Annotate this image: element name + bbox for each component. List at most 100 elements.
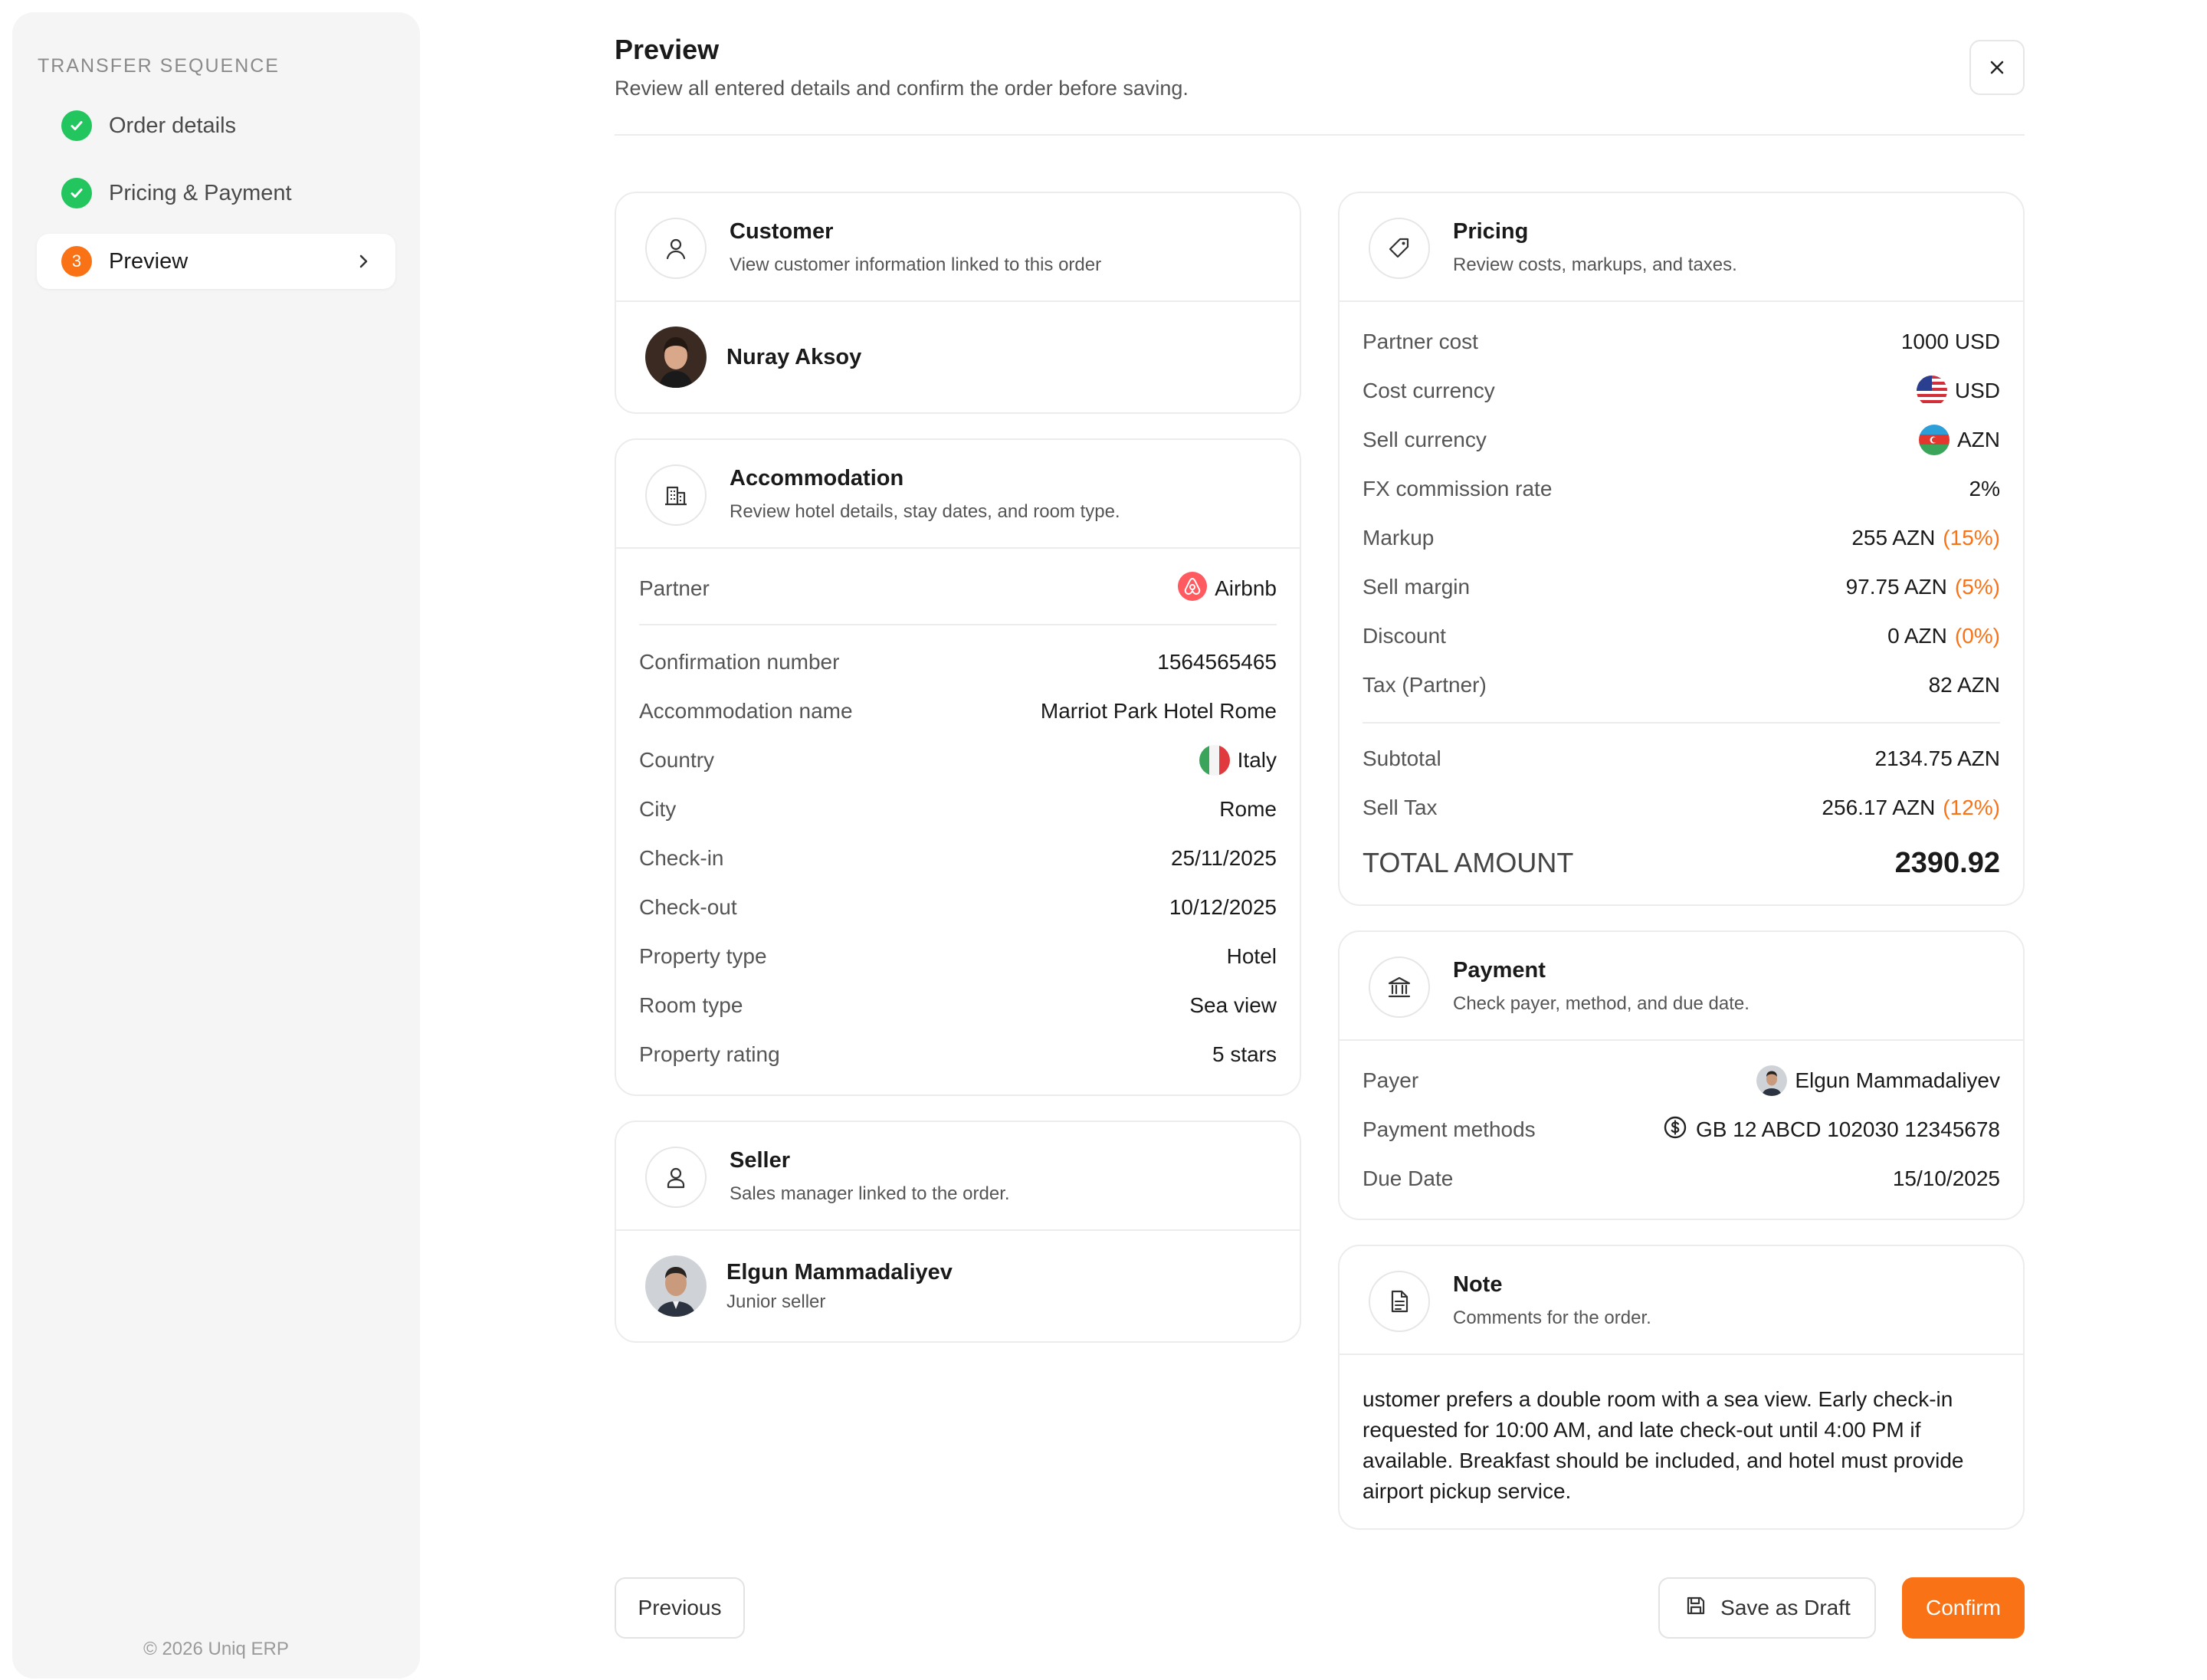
italy-flag-icon xyxy=(1199,745,1230,776)
step-label: Pricing & Payment xyxy=(109,180,292,205)
total-label: TOTAL AMOUNT xyxy=(1363,847,1574,878)
step-preview[interactable]: 3 Preview xyxy=(37,234,395,289)
customer-card: Customer View customer information linke… xyxy=(615,192,1301,414)
row-value: 256.17 AZN xyxy=(1822,796,1936,819)
row-percent: (15%) xyxy=(1943,526,2000,550)
row-value: GB 12 ABCD 102030 12345678 xyxy=(1696,1117,2000,1141)
row-check-in: Check-in 25/11/2025 xyxy=(639,843,1277,874)
close-button[interactable] xyxy=(1969,40,2025,95)
card-subtitle: Sales manager linked to the order. xyxy=(730,1183,1010,1204)
airbnb-logo-icon xyxy=(1178,571,1208,606)
seller-row[interactable]: Elgun Mammadaliyev Junior seller xyxy=(645,1255,953,1317)
user-icon xyxy=(645,218,707,279)
copyright: © 2026 Uniq ERP xyxy=(143,1639,289,1659)
card-subtitle: Check payer, method, and due date. xyxy=(1453,993,1750,1014)
azerbaijan-flag-icon xyxy=(1919,425,1950,455)
seller-icon xyxy=(645,1147,707,1208)
row-fx-commission: FX commission rate 2% xyxy=(1363,474,2000,504)
row-label: Property rating xyxy=(639,1042,780,1066)
row-country: Country Italy xyxy=(639,745,1277,776)
step-order-details[interactable]: Order details xyxy=(37,98,395,153)
row-label: Sell currency xyxy=(1363,428,1487,451)
step-label: Preview xyxy=(109,248,189,274)
document-icon xyxy=(1369,1271,1430,1332)
row-value: Hotel xyxy=(1226,944,1277,968)
seller-card: Seller Sales manager linked to the order… xyxy=(615,1121,1301,1343)
row-label: Sell margin xyxy=(1363,575,1471,599)
divider xyxy=(639,624,1277,625)
building-icon xyxy=(645,464,707,526)
row-value: 255 AZN xyxy=(1851,526,1936,550)
row-label: City xyxy=(639,797,677,821)
card-title: Pricing xyxy=(1453,219,1529,244)
customer-row[interactable]: Nuray Aksoy xyxy=(645,326,861,388)
card-header: Customer View customer information linke… xyxy=(616,193,1300,302)
row-value: Marriot Park Hotel Rome xyxy=(1040,699,1277,723)
row-value: USD xyxy=(1954,379,2000,402)
card-header: Seller Sales manager linked to the order… xyxy=(616,1122,1300,1231)
row-markup: Markup 255 AZN (15%) xyxy=(1363,523,2000,553)
row-label: Tax (Partner) xyxy=(1363,673,1487,697)
chevron-right-icon xyxy=(353,251,374,276)
sidebar: TRANSFER SEQUENCE Order details Pricing … xyxy=(12,12,420,1678)
divider xyxy=(1363,722,2000,724)
card-title: Accommodation xyxy=(730,466,904,491)
row-confirmation-number: Confirmation number 1564565465 xyxy=(639,647,1277,678)
row-label: Property type xyxy=(639,944,767,968)
row-label: Accommodation name xyxy=(639,699,853,723)
card-header: Note Comments for the order. xyxy=(1340,1246,2023,1355)
row-label: Cost currency xyxy=(1363,379,1495,402)
row-value: AZN xyxy=(1957,428,2000,451)
row-cost-currency: Cost currency USD xyxy=(1363,376,2000,406)
row-partner-cost: Partner cost 1000 USD xyxy=(1363,326,2000,357)
row-label: Check-out xyxy=(639,895,737,919)
step-pricing-payment[interactable]: Pricing & Payment xyxy=(37,166,395,221)
row-value: 1000 USD xyxy=(1900,330,2000,353)
card-header: Accommodation Review hotel details, stay… xyxy=(616,440,1300,549)
card-subtitle: Review costs, markups, and taxes. xyxy=(1453,254,1737,275)
row-label: Markup xyxy=(1363,526,1435,550)
previous-button[interactable]: Previous xyxy=(615,1577,745,1639)
note-card: Note Comments for the order. ustomer pre… xyxy=(1338,1245,2025,1530)
row-subtotal: Subtotal 2134.75 AZN xyxy=(1363,743,2000,774)
avatar xyxy=(645,1255,707,1317)
card-subtitle: View customer information linked to this… xyxy=(730,254,1102,275)
card-title: Payment xyxy=(1453,958,1546,983)
bank-icon xyxy=(1369,956,1430,1018)
row-sell-margin: Sell margin 97.75 AZN (5%) xyxy=(1363,572,2000,602)
row-check-out: Check-out 10/12/2025 xyxy=(639,892,1277,923)
row-value: 0 AZN xyxy=(1887,624,1947,648)
row-label: Sell Tax xyxy=(1363,796,1438,819)
check-icon xyxy=(61,110,92,141)
accommodation-card: Accommodation Review hotel details, stay… xyxy=(615,438,1301,1096)
row-percent: (0%) xyxy=(1954,624,2000,648)
seller-role: Junior seller xyxy=(726,1291,826,1312)
card-title: Seller xyxy=(730,1148,790,1173)
close-icon xyxy=(1990,61,2004,74)
row-value: 2% xyxy=(1969,477,2000,500)
customer-name: Nuray Aksoy xyxy=(726,344,862,369)
row-value: Elgun Mammadaliyev xyxy=(1795,1068,2000,1092)
row-sell-tax: Sell Tax 256.17 AZN (12%) xyxy=(1363,792,2000,823)
card-header: Payment Check payer, method, and due dat… xyxy=(1340,932,2023,1041)
row-total: TOTAL AMOUNT 2390.92 xyxy=(1363,842,2000,884)
row-value: 25/11/2025 xyxy=(1170,846,1277,870)
row-label: Payer xyxy=(1363,1068,1419,1092)
row-label: Room type xyxy=(639,993,743,1017)
dollar-circle-icon xyxy=(1662,1114,1688,1146)
save-draft-button[interactable]: Save as Draft xyxy=(1658,1577,1876,1639)
row-accommodation-name: Accommodation name Marriot Park Hotel Ro… xyxy=(639,696,1277,727)
row-label: Partner cost xyxy=(1363,330,1478,353)
card-subtitle: Review hotel details, stay dates, and ro… xyxy=(730,501,1120,522)
row-value: Italy xyxy=(1237,748,1277,772)
row-value: 10/12/2025 xyxy=(1169,895,1277,919)
row-sell-currency: Sell currency AZN xyxy=(1363,425,2000,455)
row-value: 97.75 AZN xyxy=(1845,575,1947,599)
confirm-button[interactable]: Confirm xyxy=(1902,1577,2025,1639)
row-payer: Payer Elgun Mammadaliyev xyxy=(1363,1065,2000,1096)
row-value: 5 stars xyxy=(1212,1042,1277,1066)
partner-value: Airbnb xyxy=(1215,576,1277,600)
page-title: Preview xyxy=(615,34,720,65)
step-number-badge: 3 xyxy=(61,246,92,277)
card-title: Note xyxy=(1453,1272,1503,1297)
